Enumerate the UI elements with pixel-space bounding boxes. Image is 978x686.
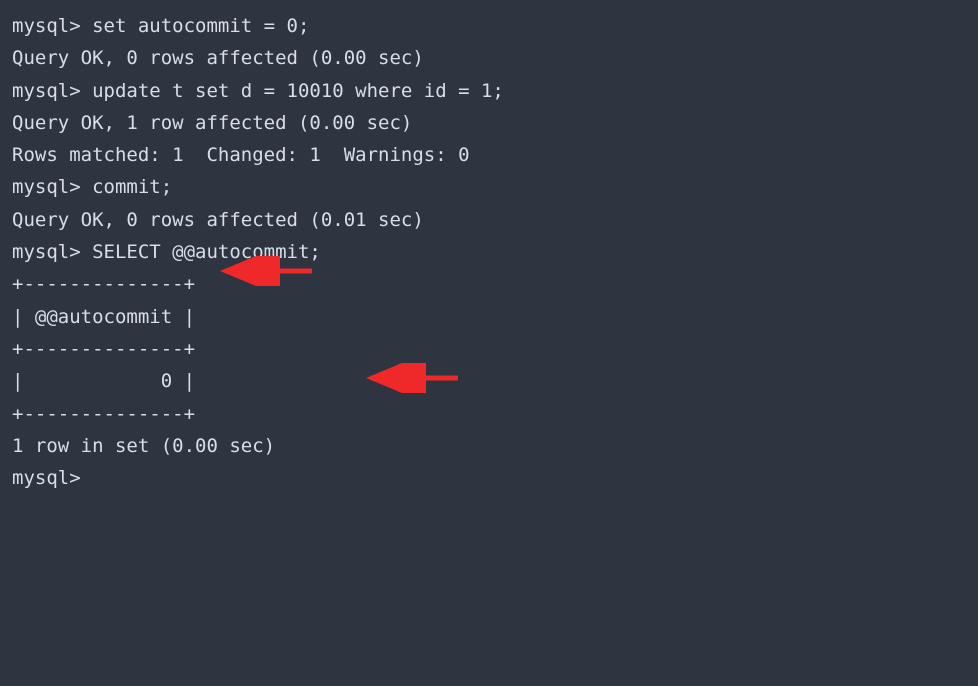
terminal-line: Rows matched: 1 Changed: 1 Warnings: 0 [12, 139, 966, 171]
terminal-line: mysql> commit; [12, 171, 966, 203]
terminal-line: Query OK, 0 rows affected (0.00 sec) [12, 42, 966, 74]
terminal-line: +--------------+ [12, 268, 966, 300]
terminal-line: +--------------+ [12, 333, 966, 365]
terminal-line: Query OK, 0 rows affected (0.01 sec) [12, 204, 966, 236]
terminal-line: | 0 | [12, 365, 966, 397]
terminal-line: mysql> set autocommit = 0; [12, 10, 966, 42]
annotation-arrow-icon [353, 363, 463, 393]
terminal-line: mysql> [12, 462, 966, 494]
terminal-line: +--------------+ [12, 398, 966, 430]
terminal-line: Query OK, 1 row affected (0.00 sec) [12, 107, 966, 139]
terminal-line: | @@autocommit | [12, 301, 966, 333]
terminal-line: mysql> SELECT @@autocommit; [12, 236, 966, 268]
terminal-line: 1 row in set (0.00 sec) [12, 430, 966, 462]
terminal-line: mysql> update t set d = 10010 where id =… [12, 75, 966, 107]
annotation-arrow-icon [207, 256, 317, 286]
